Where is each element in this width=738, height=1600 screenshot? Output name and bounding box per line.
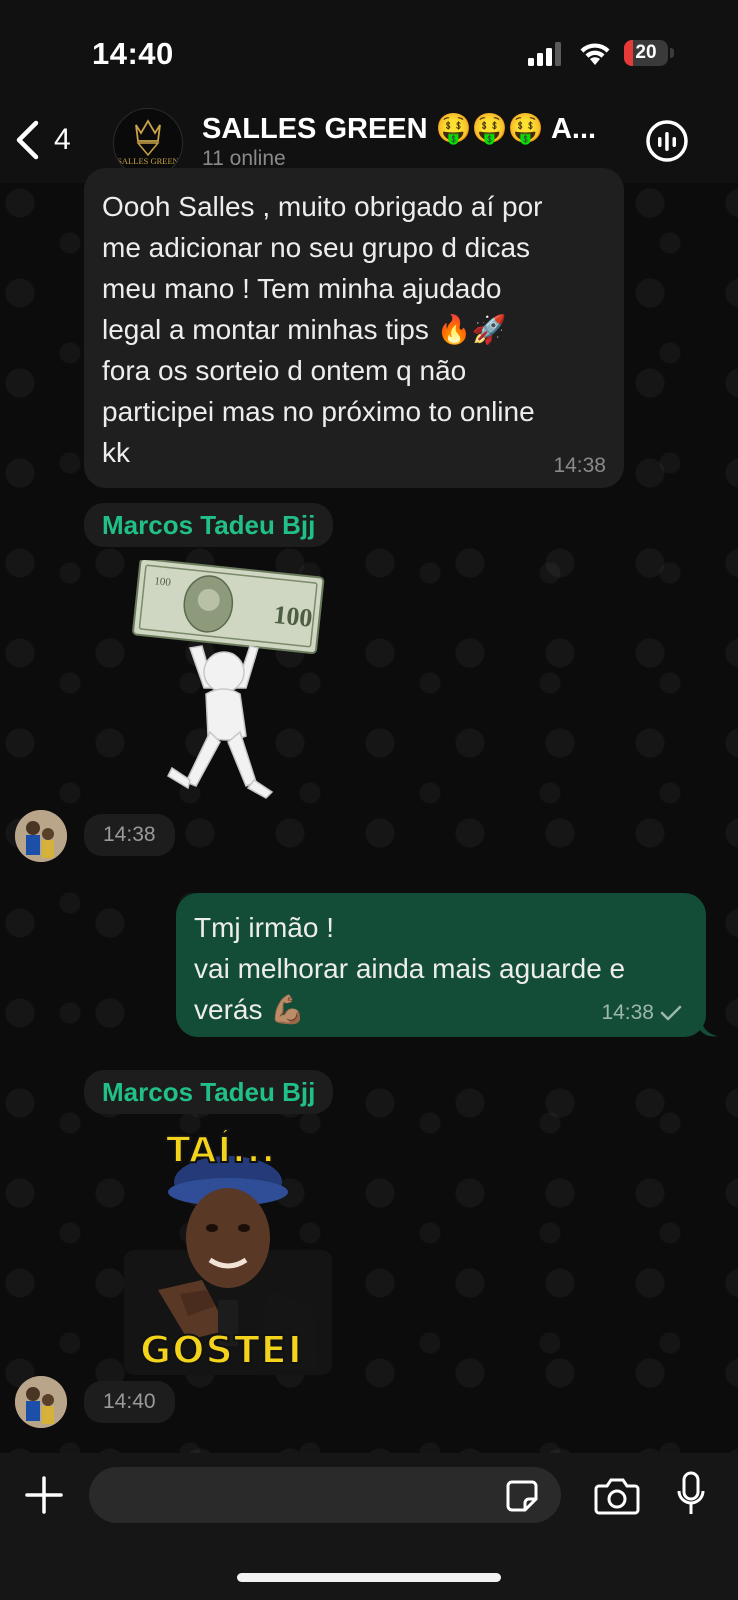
home-indicator[interactable]: [237, 1573, 501, 1582]
tai-gostei-sticker[interactable]: TAÍ... GOSTEI: [118, 1129, 338, 1375]
battery-indicator: 20: [624, 40, 674, 66]
battery-percentage: 20: [635, 42, 657, 63]
sticker-time: 14:40: [84, 1381, 175, 1423]
user-avatar[interactable]: [15, 1376, 67, 1428]
wifi-icon: [580, 43, 610, 65]
sender-name[interactable]: Marcos Tadeu Bjj: [84, 1070, 334, 1114]
sticker-top-text: TAÍ...: [165, 1129, 277, 1172]
bubble-tail: [700, 1018, 718, 1037]
group-logo-text: SALLES GREEN: [117, 156, 179, 166]
sticker-time: 14:38: [84, 814, 175, 856]
back-button[interactable]: 4: [14, 120, 71, 160]
status-time: 14:40: [92, 36, 174, 71]
message-time: 14:38: [601, 1001, 682, 1025]
chevron-left-icon: [16, 120, 39, 160]
money-sticker[interactable]: 100 100: [128, 557, 328, 805]
camera-icon[interactable]: [594, 1477, 640, 1515]
message-time: 14:38: [553, 454, 606, 477]
outgoing-message[interactable]: Tmj irmão ! vai melhorar ainda mais agua…: [176, 893, 706, 1037]
cellular-signal-icon: [528, 42, 561, 66]
voice-chat-icon[interactable]: [644, 118, 690, 164]
message-text: Oooh Salles , muito obrigado aí por me a…: [102, 191, 543, 468]
sticker-icon[interactable]: [505, 1479, 539, 1513]
checkmark-icon: [660, 1005, 682, 1021]
message-input[interactable]: [89, 1467, 561, 1523]
unread-count: 4: [54, 123, 71, 156]
svg-text:100: 100: [272, 600, 314, 633]
plus-icon[interactable]: [24, 1475, 64, 1515]
group-name[interactable]: SALLES GREEN 🤑🤑🤑 A...: [202, 112, 614, 146]
status-bar: 14:40 20: [0, 0, 738, 100]
svg-text:100: 100: [154, 575, 172, 589]
sticker-bottom-text: GOSTEI: [139, 1327, 303, 1373]
microphone-icon[interactable]: [676, 1471, 706, 1517]
sender-name[interactable]: Marcos Tadeu Bjj: [84, 503, 334, 547]
user-avatar[interactable]: [15, 810, 67, 862]
crown-logo-icon: SALLES GREEN: [117, 119, 179, 166]
incoming-message[interactable]: Oooh Salles , muito obrigado aí por me a…: [84, 168, 624, 488]
message-time-text: 14:38: [601, 1001, 654, 1024]
